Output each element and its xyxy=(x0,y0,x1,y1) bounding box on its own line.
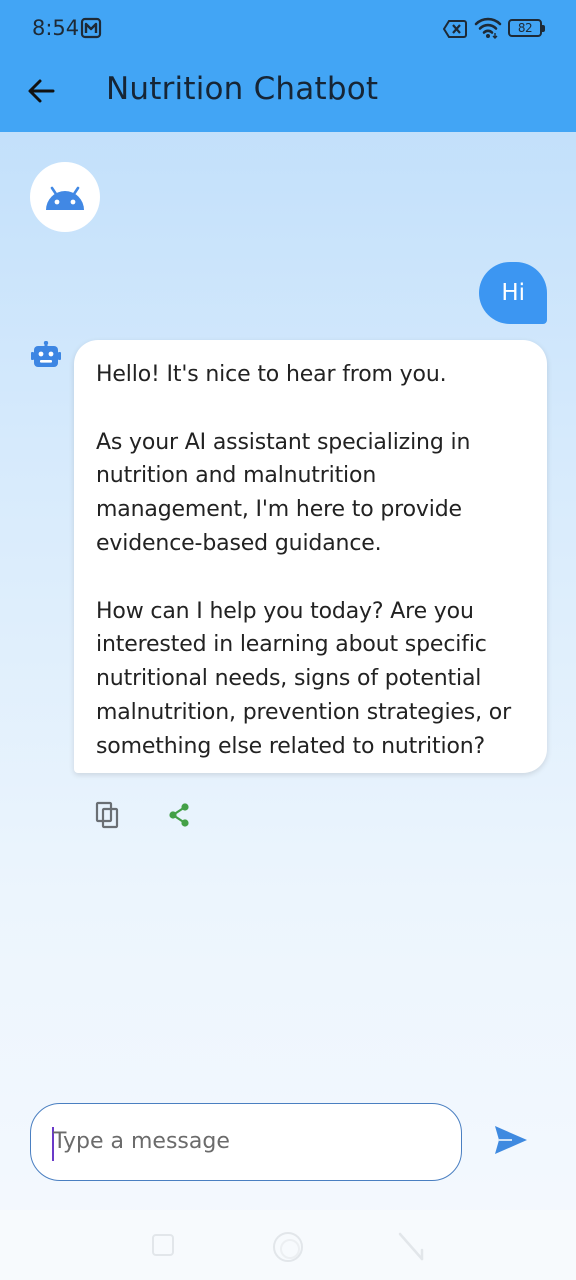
message-input[interactable] xyxy=(53,1104,443,1179)
share-icon[interactable] xyxy=(166,802,192,828)
app-bar: 8:54 82 Nutrition Chatbot xyxy=(0,0,576,132)
nav-back-icon[interactable] xyxy=(398,1232,424,1262)
robot-icon xyxy=(31,341,61,367)
user-message-bubble: Hi xyxy=(479,262,547,324)
android-icon xyxy=(46,186,84,210)
sim-x-icon xyxy=(443,20,467,38)
home-button[interactable] xyxy=(273,1232,303,1262)
notification-app-icon xyxy=(80,17,102,39)
status-bar: 8:54 82 xyxy=(0,0,576,58)
wifi-icon xyxy=(474,17,502,39)
bot-message-paragraph: How can I help you today? Are you intere… xyxy=(96,598,512,759)
send-icon[interactable] xyxy=(494,1125,528,1155)
page-title: Nutrition Chatbot xyxy=(106,71,379,107)
copy-icon[interactable] xyxy=(95,801,121,829)
bot-message-paragraph: Hello! It's nice to hear from you. xyxy=(96,362,447,387)
bot-message-bubble: Hello! It's nice to hear from you. As yo… xyxy=(74,340,547,773)
status-time: 8:54 xyxy=(32,16,80,40)
user-message-text: Hi xyxy=(501,280,525,306)
arrow-left-icon[interactable] xyxy=(26,76,56,106)
system-navigation-bar xyxy=(0,1210,576,1280)
recents-button[interactable] xyxy=(152,1234,174,1256)
message-input-container[interactable] xyxy=(30,1103,462,1181)
bot-avatar xyxy=(30,162,100,232)
bot-message-paragraph: As your AI assistant specializing in nut… xyxy=(96,429,471,556)
battery-indicator: 82 xyxy=(508,19,545,37)
